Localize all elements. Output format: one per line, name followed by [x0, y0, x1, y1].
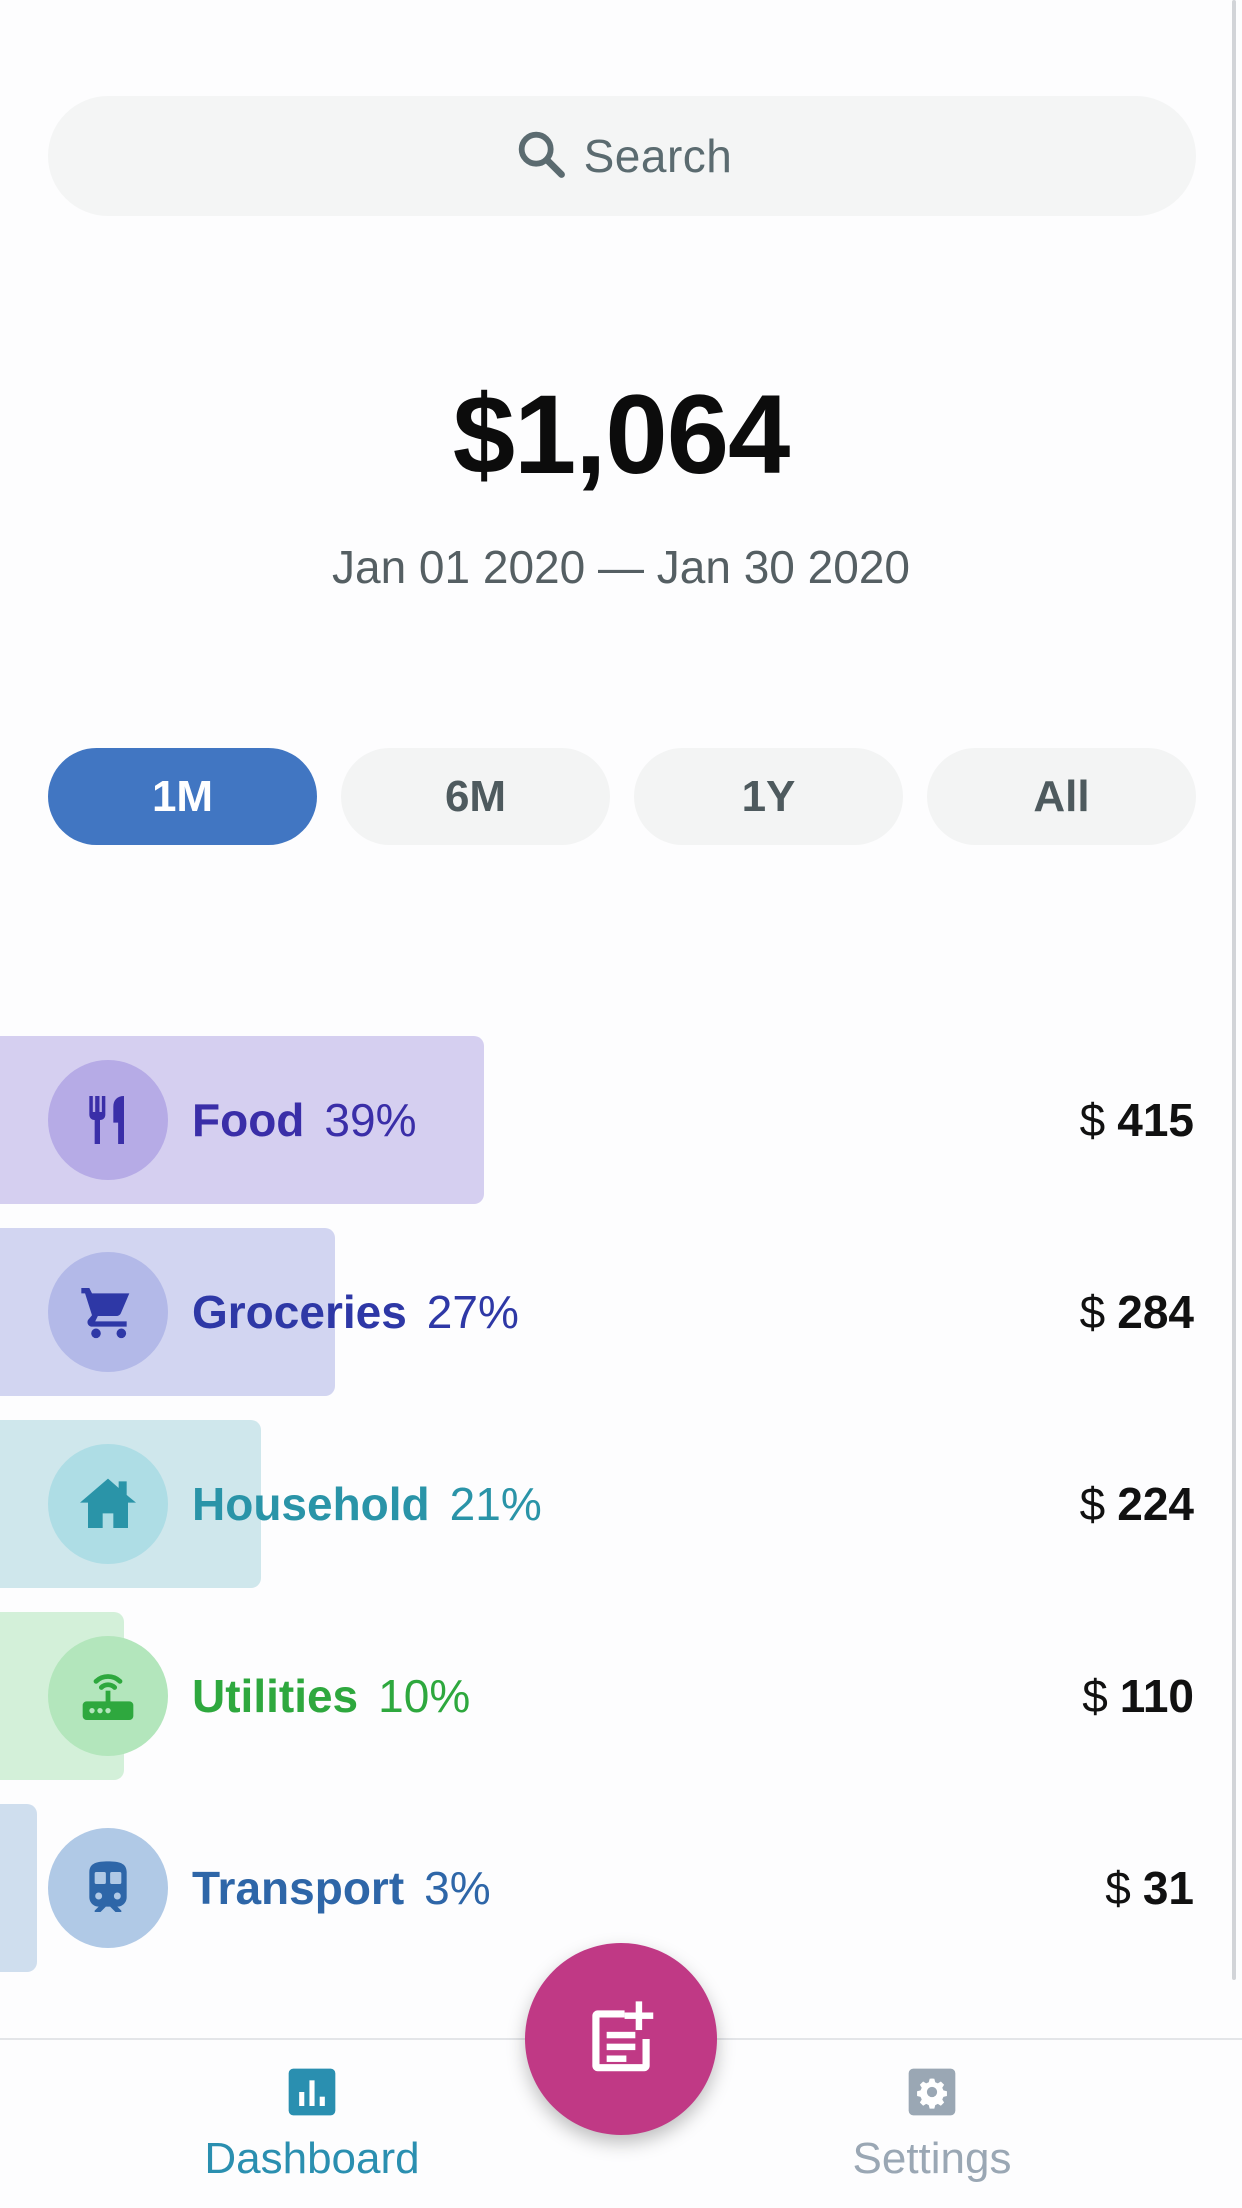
- category-amount: $31: [1105, 1804, 1194, 1972]
- date-range: Jan 01 2020 — Jan 30 2020: [331, 541, 910, 593]
- gear-icon: [908, 2068, 956, 2116]
- amount-value: 415: [1117, 1094, 1194, 1146]
- category-icon-circle: [48, 1828, 168, 1948]
- house-icon: [80, 1478, 136, 1528]
- currency-symbol: $: [1079, 1286, 1106, 1338]
- category-name: Groceries: [192, 1286, 407, 1338]
- chart-icon: [288, 2068, 336, 2116]
- category-icon-circle: [48, 1060, 168, 1180]
- category-row-household[interactable]: Household 21% $224: [0, 1420, 1242, 1588]
- currency-symbol: $: [1105, 1862, 1131, 1914]
- category-label: Groceries 27%: [192, 1228, 519, 1396]
- tab-6m[interactable]: 6M: [341, 748, 610, 845]
- tab-all[interactable]: All: [927, 748, 1196, 845]
- category-label: Food 39%: [192, 1036, 416, 1204]
- cart-icon: [81, 1288, 130, 1339]
- category-amount: $110: [1082, 1612, 1194, 1780]
- currency-symbol: $: [1082, 1670, 1108, 1722]
- tab-1y[interactable]: 1Y: [634, 748, 903, 845]
- category-icon-circle: [48, 1444, 168, 1564]
- search-placeholder: Search: [583, 130, 733, 182]
- amount-value: 110: [1119, 1670, 1194, 1722]
- category-label: Transport 3%: [192, 1804, 491, 1972]
- category-name: Utilities: [192, 1670, 359, 1722]
- amount-value: 224: [1117, 1478, 1194, 1530]
- category-name: Food: [192, 1094, 305, 1146]
- search-icon: [512, 125, 570, 188]
- category-bar: [0, 1804, 37, 1972]
- category-icon-circle: [48, 1636, 168, 1756]
- category-percent: 27%: [426, 1286, 519, 1338]
- train-icon: [89, 1861, 127, 1912]
- category-percent: 39%: [324, 1094, 417, 1146]
- total-amount: $1,064: [452, 372, 791, 497]
- category-percent: 10%: [378, 1670, 471, 1722]
- food-icon: [89, 1096, 124, 1144]
- category-icon-circle: [48, 1252, 168, 1372]
- category-row-food[interactable]: Food 39% $415: [0, 1036, 1242, 1204]
- category-row-groceries[interactable]: Groceries 27% $284: [0, 1228, 1242, 1396]
- nav-settings-label: Settings: [852, 2134, 1012, 2183]
- nav-dashboard[interactable]: Dashboard: [192, 2064, 432, 2184]
- category-label: Household 21%: [192, 1420, 542, 1588]
- nav-dashboard-label: Dashboard: [204, 2134, 420, 2183]
- category-name: Transport: [192, 1862, 405, 1914]
- router-icon: [82, 1674, 134, 1720]
- amount-value: 284: [1117, 1286, 1194, 1338]
- currency-symbol: $: [1079, 1478, 1106, 1530]
- category-label: Utilities 10%: [192, 1612, 470, 1780]
- category-row-utilities[interactable]: Utilities 10% $110: [0, 1612, 1242, 1780]
- tab-1m[interactable]: 1M: [48, 748, 317, 845]
- category-percent: 21%: [449, 1478, 542, 1530]
- add-note-icon: [592, 2001, 654, 2072]
- category-name: Household: [192, 1478, 430, 1530]
- currency-symbol: $: [1079, 1094, 1106, 1146]
- search-bar[interactable]: Search: [48, 96, 1196, 216]
- category-percent: 3%: [424, 1862, 491, 1914]
- period-tabs: 1M 6M 1Y All: [48, 748, 1196, 845]
- category-amount: $284: [1080, 1228, 1194, 1396]
- nav-settings[interactable]: Settings: [812, 2064, 1052, 2184]
- category-amount: $224: [1080, 1420, 1194, 1588]
- amount-value: 31: [1142, 1862, 1194, 1914]
- category-amount: $415: [1080, 1036, 1194, 1204]
- add-entry-button[interactable]: [525, 1943, 717, 2135]
